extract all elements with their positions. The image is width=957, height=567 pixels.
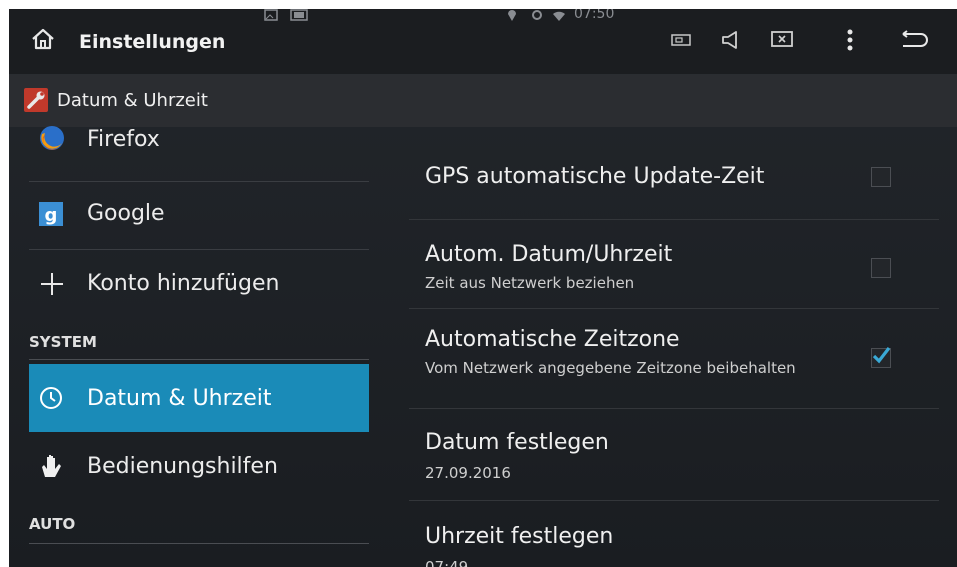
- checkmark-icon: [872, 347, 891, 364]
- setting-title: Autom. Datum/Uhrzeit: [425, 242, 673, 267]
- action-bar: Einstellungen 07:50: [9, 9, 957, 75]
- setting-gps-update-time[interactable]: GPS automatische Update-Zeit: [409, 127, 939, 220]
- section-divider: [29, 359, 369, 360]
- back-icon[interactable]: [899, 25, 929, 55]
- sidebar-item-accessibility[interactable]: Bedienungshilfen: [29, 432, 369, 500]
- sidebar-item-label: Firefox: [87, 127, 160, 152]
- setting-title: GPS automatische Update-Zeit: [425, 164, 765, 189]
- plus-icon: [39, 271, 65, 297]
- setting-title: Uhrzeit festlegen: [425, 524, 614, 549]
- setting-summary: Vom Netzwerk angegebene Zeitzone beibeha…: [425, 359, 796, 377]
- close-window-icon[interactable]: [767, 25, 797, 55]
- sidebar-item-date-time[interactable]: Datum & Uhrzeit: [29, 364, 369, 432]
- sidebar-item-firefox[interactable]: Firefox: [29, 121, 369, 182]
- sidebar-item-google[interactable]: g Google: [29, 181, 369, 250]
- setting-title: Datum festlegen: [425, 430, 609, 455]
- svg-text:g: g: [45, 205, 58, 226]
- setting-set-date[interactable]: Datum festlegen 27.09.2016: [409, 408, 939, 501]
- sidebar-item-label: Konto hinzufügen: [87, 271, 280, 296]
- image-icon: [264, 9, 278, 21]
- status-time: 07:50: [574, 9, 615, 22]
- hand-icon: [39, 453, 65, 479]
- section-header-auto: AUTO: [29, 515, 76, 533]
- google-icon: g: [39, 202, 65, 228]
- setting-title: Automatische Zeitzone: [425, 327, 680, 352]
- section-header-system: SYSTEM: [29, 333, 97, 351]
- sidebar-item-add-account[interactable]: Konto hinzufügen: [29, 249, 369, 317]
- sidebar-item-label: Google: [87, 201, 165, 226]
- firefox-icon: [39, 125, 65, 151]
- settings-app-icon: [24, 88, 48, 112]
- sync-icon: [532, 10, 542, 20]
- location-icon: [508, 10, 516, 21]
- date-time-settings-list: GPS automatische Update-Zeit Autom. Datu…: [409, 127, 957, 567]
- screen: Einstellungen 07:50 Datum & Uhrzeit Fire…: [9, 9, 957, 567]
- sidebar: Firefox g Google Konto hinzufügen SYSTEM…: [9, 126, 389, 567]
- wifi-icon: [553, 11, 565, 21]
- sidebar-item-label: Datum & Uhrzeit: [87, 386, 272, 411]
- setting-auto-date-time[interactable]: Autom. Datum/Uhrzeit Zeit aus Netzwerk b…: [409, 219, 939, 309]
- auto-timezone-checkbox[interactable]: [871, 347, 891, 368]
- clock-icon: [39, 386, 65, 412]
- setting-summary: 07:49: [425, 558, 469, 567]
- setting-summary: 27.09.2016: [425, 464, 511, 482]
- volume-icon[interactable]: [716, 25, 746, 55]
- setting-summary: Zeit aus Netzwerk beziehen: [425, 274, 635, 292]
- setting-auto-timezone[interactable]: Automatische Zeitzone Vom Netzwerk angeg…: [409, 308, 939, 409]
- gps-update-checkbox[interactable]: [871, 167, 891, 187]
- overflow-menu-icon[interactable]: [835, 25, 865, 55]
- auto-date-time-checkbox[interactable]: [871, 258, 891, 278]
- sidebar-item-label: Bedienungshilfen: [87, 454, 278, 479]
- sub-header: Datum & Uhrzeit: [9, 75, 957, 127]
- sub-header-title: Datum & Uhrzeit: [57, 90, 208, 111]
- setting-set-time[interactable]: Uhrzeit festlegen 07:49: [409, 500, 939, 567]
- action-bar-title: Einstellungen: [79, 31, 226, 53]
- screen-icon: [290, 9, 308, 21]
- screenshot-icon[interactable]: [666, 25, 696, 55]
- section-divider: [29, 543, 369, 544]
- home-icon[interactable]: [29, 25, 57, 53]
